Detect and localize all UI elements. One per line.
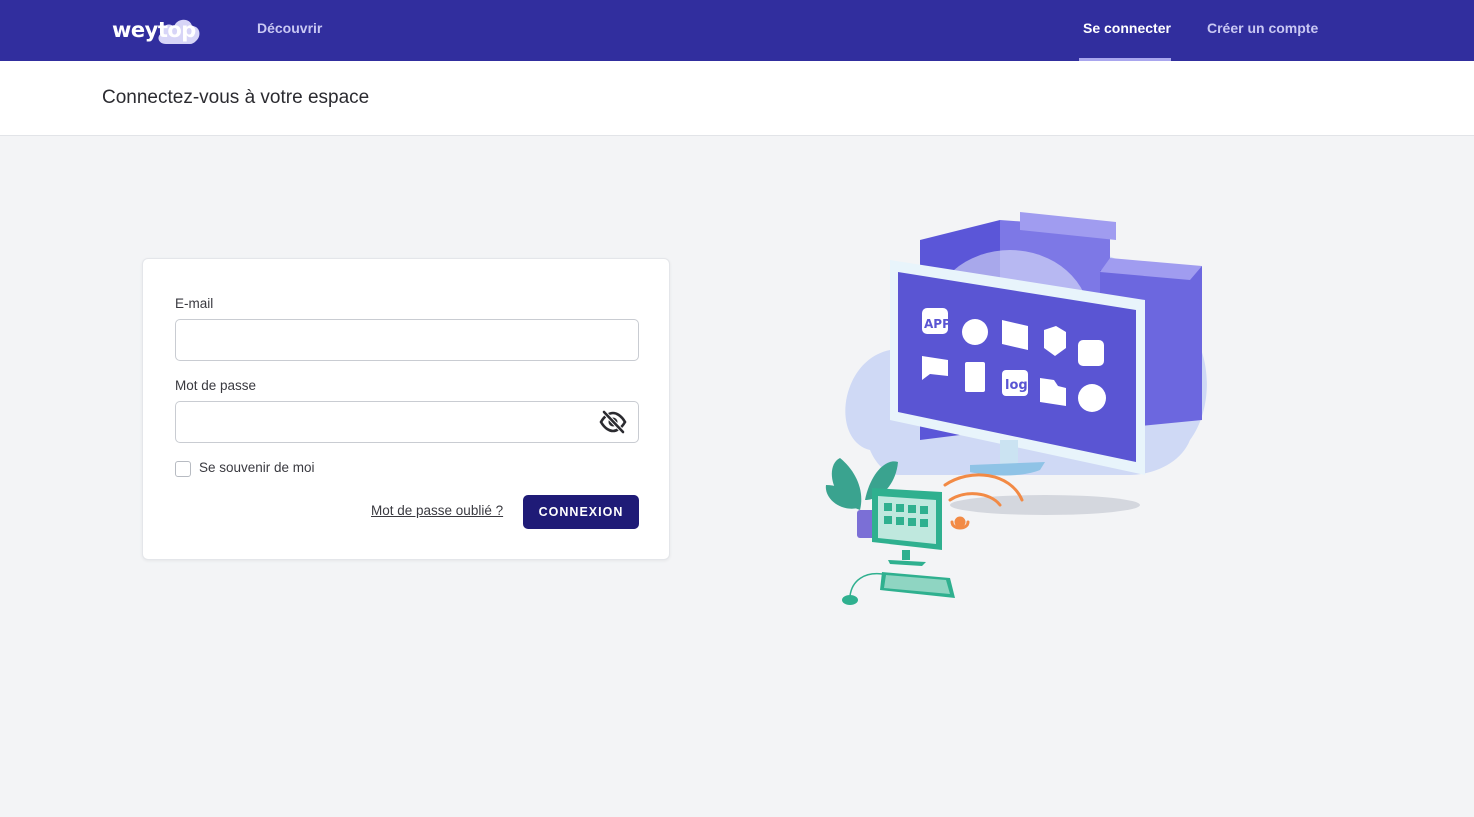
top-navbar: weytop Découvrir Se connecter Créer un c… [0,0,1474,61]
remember-me-checkbox[interactable] [175,461,191,477]
login-card: E-mail Mot de passe Se souvenir de moi M… [142,258,670,560]
cloud-monitor-illustration: APP log [825,212,1207,605]
password-input[interactable] [175,401,639,443]
logo-text: weytop [112,18,196,42]
password-label: Mot de passe [175,378,257,393]
app-icon-text: APP [924,317,951,331]
page-header: Connectez-vous à votre espace [0,61,1474,136]
page-title: Connectez-vous à votre espace [102,87,370,108]
forgot-password-link[interactable]: Mot de passe oublié ? [371,503,503,518]
eye-slash-icon[interactable] [599,409,627,435]
nav-discover-link[interactable]: Découvrir [257,20,322,36]
remember-me-label[interactable]: Se souvenir de moi [199,460,315,475]
login-button[interactable]: CONNEXION [523,495,639,529]
log-icon-text: log [1005,378,1028,393]
email-label: E-mail [175,296,214,311]
nav-signup-link[interactable]: Créer un compte [1207,20,1318,36]
weytop-logo[interactable]: weytop [110,12,202,48]
nav-login-link[interactable]: Se connecter [1083,20,1171,36]
email-input[interactable] [175,319,639,361]
